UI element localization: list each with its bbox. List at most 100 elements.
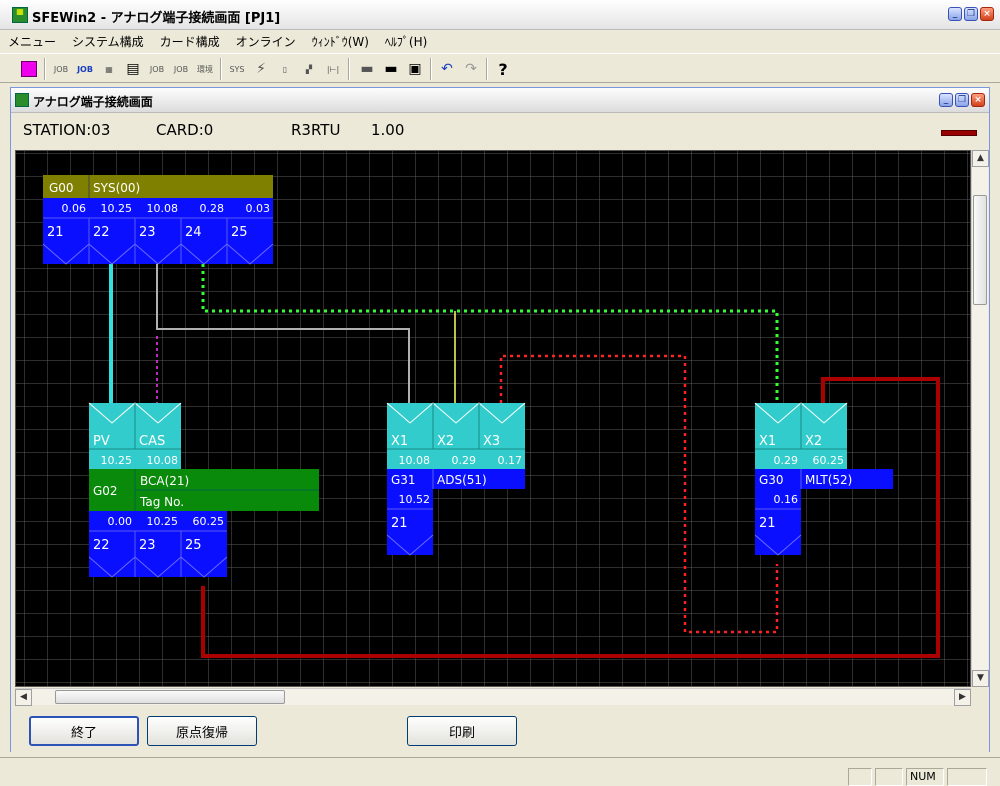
g00-terminal-24[interactable]: 24 [185, 225, 202, 240]
exit-button[interactable]: 終了 [29, 716, 139, 746]
env-settings-icon[interactable]: 環境 [194, 58, 216, 80]
menu-help[interactable]: ﾍﾙﾌﾟ(H) [377, 31, 435, 52]
minimize-button[interactable]: _ [948, 7, 962, 21]
g31-input-x1[interactable]: X1 [391, 434, 408, 449]
g00-value-24: 0.28 [200, 202, 225, 215]
g30-terminal-21[interactable]: 21 [759, 516, 776, 531]
print-button[interactable]: 印刷 [407, 716, 517, 746]
reset-origin-button[interactable]: 原点復帰 [147, 716, 257, 746]
g02-terminal-23[interactable]: 23 [139, 538, 156, 553]
close-button[interactable]: × [980, 7, 994, 21]
scroll-down-button[interactable]: ▼ [972, 670, 989, 687]
menu-window[interactable]: ｳｨﾝﾄﾞｳ(W) [304, 31, 377, 52]
sys-icon[interactable]: SYS [226, 58, 248, 80]
window-title: SFEWin2 - アナログ端子接続画面 [PJ1] [32, 11, 281, 26]
document-icon[interactable]: ▤ [122, 58, 144, 80]
lightning-icon[interactable]: ⚡ [250, 58, 272, 80]
g30-input-x2[interactable]: X2 [805, 434, 822, 449]
job-download-icon[interactable]: JOB [170, 58, 192, 80]
g02-input-pv[interactable]: PV [93, 434, 110, 449]
g30-value-21: 0.16 [774, 493, 799, 506]
menu-card-config[interactable]: カード構成 [152, 31, 228, 52]
g02-value-25: 60.25 [193, 515, 225, 528]
g00-terminal-23[interactable]: 23 [139, 225, 156, 240]
toolbar-separator [220, 58, 222, 80]
page-icon[interactable]: ▯ [274, 58, 296, 80]
window-controls: _ ❐ × [948, 7, 994, 21]
monitor-gray-icon[interactable]: ▬ [356, 58, 378, 80]
menu-bar: メニュー システム構成 カード構成 オンライン ｳｨﾝﾄﾞｳ(W) ﾍﾙﾌﾟ(H) [0, 31, 1000, 51]
g30-input-value-x1: 0.29 [774, 454, 799, 467]
g02-terminals-row [89, 531, 227, 577]
scroll-left-button[interactable]: ◀ [15, 689, 32, 706]
job-upload-icon[interactable]: JOB [146, 58, 168, 80]
g31-input-x3[interactable]: X3 [483, 434, 500, 449]
connection-canvas[interactable]: G00 SYS(00) 0.06 10.25 10.08 0.28 0.03 2… [15, 150, 971, 687]
device-icon[interactable]: ▣ [404, 58, 426, 80]
g31-input-x2[interactable]: X2 [437, 434, 454, 449]
help-icon[interactable]: ? [492, 58, 514, 80]
vertical-scroll-thumb[interactable] [973, 195, 987, 305]
g31-name-label: ADS(51) [437, 473, 487, 487]
child-app-icon[interactable] [15, 93, 29, 107]
redo-icon[interactable]: ↷ [460, 58, 482, 80]
g00-terminal-22[interactable]: 22 [93, 225, 110, 240]
status-indicator [941, 130, 977, 136]
color-icon[interactable] [18, 58, 40, 80]
menu-system-config[interactable]: システム構成 [64, 31, 152, 52]
g00-group-label: G00 [49, 181, 74, 195]
child-window-title: アナログ端子接続画面 [33, 95, 153, 109]
scroll-up-button[interactable]: ▲ [972, 150, 989, 167]
child-close-button[interactable]: × [971, 93, 985, 107]
grid-icon[interactable]: ▦ [98, 58, 120, 80]
g02-input-cas[interactable]: CAS [139, 434, 165, 449]
toolbar: JOB JOB ▦ ▤ JOB JOB 環境 SYS ⚡ ▯ ▞ |⊢| ▬ ▬… [0, 53, 1000, 83]
g02-terminal-22[interactable]: 22 [93, 538, 110, 553]
g02-value-23: 10.25 [147, 515, 179, 528]
menu-main[interactable]: メニュー [0, 31, 64, 52]
num-lock-indicator: NUM [906, 768, 944, 786]
undo-icon[interactable]: ↶ [436, 58, 458, 80]
child-minimize-button[interactable]: _ [939, 93, 953, 107]
connection-diagram[interactable]: G00 SYS(00) 0.06 10.25 10.08 0.28 0.03 2… [16, 151, 971, 687]
g30-input-x1[interactable]: X1 [759, 434, 776, 449]
g00-value-23: 10.08 [147, 202, 179, 215]
version-label: 1.00 [371, 121, 405, 139]
app-icon[interactable]: ▦ [12, 7, 28, 23]
g00-value-22: 10.25 [101, 202, 133, 215]
analog-terminal-window: アナログ端子接続画面 _ ❐ × STATION:03 CARD:0 R3RTU… [10, 87, 990, 752]
toolbar-separator [44, 58, 46, 80]
scroll-right-button[interactable]: ▶ [954, 689, 971, 706]
g00-name-label: SYS(00) [93, 181, 140, 195]
g02-terminal-25[interactable]: 25 [185, 538, 202, 553]
vertical-scrollbar[interactable]: ▲ ▼ [971, 150, 989, 687]
model-label: R3RTU [291, 121, 341, 139]
toolbar-separator [430, 58, 432, 80]
block-g00[interactable]: G00 SYS(00) 0.06 10.25 10.08 0.28 0.03 2… [42, 175, 274, 265]
menu-online[interactable]: オンライン [228, 31, 304, 52]
g02-tag-label: Tag No. [139, 495, 184, 509]
title-bar[interactable]: ▦ SFEWin2 - アナログ端子接続画面 [PJ1] _ ❐ × [0, 0, 1000, 30]
job-info-icon[interactable]: JOB [74, 58, 96, 80]
card-label: CARD:0 [156, 121, 214, 139]
g00-value-25: 0.03 [246, 202, 271, 215]
g00-terminal-25[interactable]: 25 [231, 225, 248, 240]
connect-icon[interactable]: ▞ [298, 58, 320, 80]
g00-terminal-21[interactable]: 21 [47, 225, 64, 240]
g02-group-label: G02 [93, 484, 118, 498]
monitor-icon[interactable]: ▬ [380, 58, 402, 80]
terminal-icon[interactable]: |⊢| [322, 58, 344, 80]
g00-header [43, 175, 273, 198]
job-select-icon[interactable]: JOB [50, 58, 72, 80]
child-restore-button[interactable]: ❐ [955, 93, 969, 107]
horizontal-scrollbar[interactable]: ◀ ▶ [15, 688, 971, 706]
status-panel [875, 768, 903, 786]
g02-value-22: 0.00 [108, 515, 133, 528]
g31-terminal-21[interactable]: 21 [391, 516, 408, 531]
restore-button[interactable]: ❐ [964, 7, 978, 21]
toolbar-separator [348, 58, 350, 80]
child-title-bar[interactable]: アナログ端子接続画面 _ ❐ × [11, 88, 989, 113]
g30-input-value-x2: 60.25 [813, 454, 845, 467]
horizontal-scroll-thumb[interactable] [55, 690, 285, 704]
g31-input-value-x2: 0.29 [452, 454, 477, 467]
